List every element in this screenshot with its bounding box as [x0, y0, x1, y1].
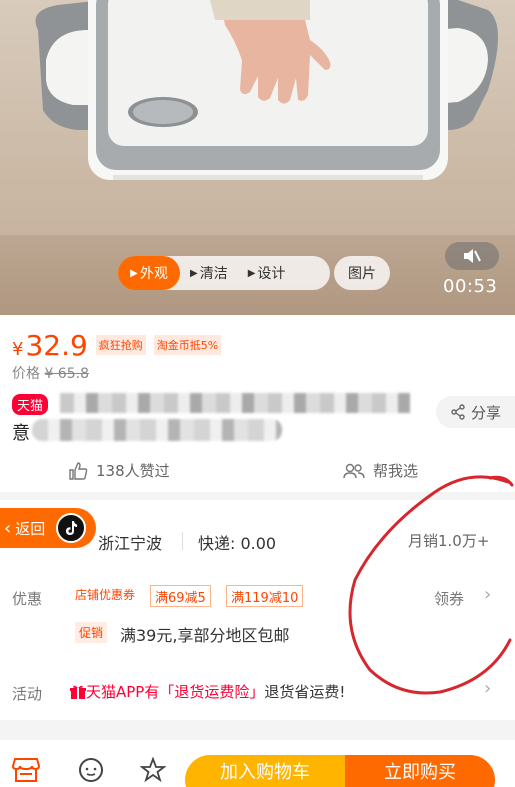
help-me-choose-button[interactable]: 帮我选: [343, 460, 418, 481]
pictures-tab[interactable]: 图片: [334, 256, 390, 290]
ship-from-location: 浙江宁波: [98, 534, 163, 553]
promotion-tag: 促销: [75, 622, 108, 643]
shipping-fee: 快递: 0.00: [198, 534, 277, 553]
monthly-sales: 月销1.0万+: [408, 532, 490, 550]
add-to-cart-button[interactable]: 加入购物车: [185, 755, 345, 787]
promotion-text: 满39元,享部分地区包邮: [120, 626, 290, 645]
product-title-blurred-2: [32, 419, 282, 441]
douyin-icon: [56, 513, 86, 543]
divider: [182, 532, 183, 550]
customer-service-icon[interactable]: [78, 757, 104, 783]
price: 32.9: [25, 329, 88, 362]
activity-label: 活动: [12, 685, 43, 703]
speaker-muted-icon: [464, 249, 481, 263]
hand-image: [210, 0, 331, 104]
coupon-69-5[interactable]: 满69减5: [150, 585, 211, 607]
star-icon[interactable]: [140, 757, 166, 783]
product-info-card: ¥ 32.9 疯狂抢购 淘金币抵5% 价格 ¥ 65.8 天猫 意 分享 138…: [0, 315, 515, 492]
mute-button[interactable]: [445, 242, 499, 270]
flash-sale-tag: 疯狂抢购: [95, 335, 146, 355]
share-icon: [451, 404, 465, 420]
people-icon: [343, 463, 365, 478]
collect-coupons-button[interactable]: 领券: [434, 588, 464, 609]
gift-icon: [70, 685, 86, 699]
tmall-badge: 天猫: [12, 394, 49, 415]
buy-now-button[interactable]: 立即购买: [345, 755, 495, 787]
chevron-right-icon[interactable]: ›: [484, 678, 491, 699]
chevron-right-icon[interactable]: ›: [484, 584, 491, 605]
currency-symbol: ¥: [12, 339, 24, 360]
original-price: ¥ 65.8: [44, 366, 89, 382]
product-video[interactable]: ▶ 外观 ▶ 清洁 ▶ 设计 图片 00:53: [0, 0, 515, 315]
like-button[interactable]: 138人赞过: [68, 460, 170, 481]
store-coupon-tag: 店铺优惠券: [75, 588, 136, 602]
video-tab-bar: ▶ 外观 ▶ 清洁 ▶ 设计: [118, 256, 330, 290]
price-row: ¥ 32.9 疯狂抢购 淘金币抵5%: [12, 329, 222, 362]
thumbs-up-icon: [69, 461, 88, 480]
product-title-line2: 意: [12, 423, 30, 444]
product-title-blurred: [60, 393, 410, 413]
discount-label: 优惠: [12, 590, 43, 608]
original-price-row: 价格 ¥ 65.8: [12, 366, 89, 382]
video-tab-appearance[interactable]: ▶ 外观: [118, 256, 180, 290]
share-button[interactable]: 分享: [436, 396, 515, 428]
coupon-119-10[interactable]: 满119减10: [226, 585, 304, 607]
return-insurance-row[interactable]: 天猫APP有「退货运费险」 退货省运费!: [70, 681, 345, 702]
video-tab-design[interactable]: ▶ 设计: [238, 256, 296, 290]
video-tab-cleaning[interactable]: ▶ 清洁: [180, 256, 238, 290]
shipping-promo-card: ‹ 返回 浙江宁波 快递: 0.00 月销1.0万+ 优惠 店铺优惠券 满69减…: [0, 500, 515, 720]
coin-discount-tag: 淘金币抵5%: [153, 335, 222, 355]
shop-icon[interactable]: [12, 757, 40, 783]
chevron-left-icon: ‹: [4, 517, 12, 539]
video-duration: 00:53: [443, 276, 498, 297]
